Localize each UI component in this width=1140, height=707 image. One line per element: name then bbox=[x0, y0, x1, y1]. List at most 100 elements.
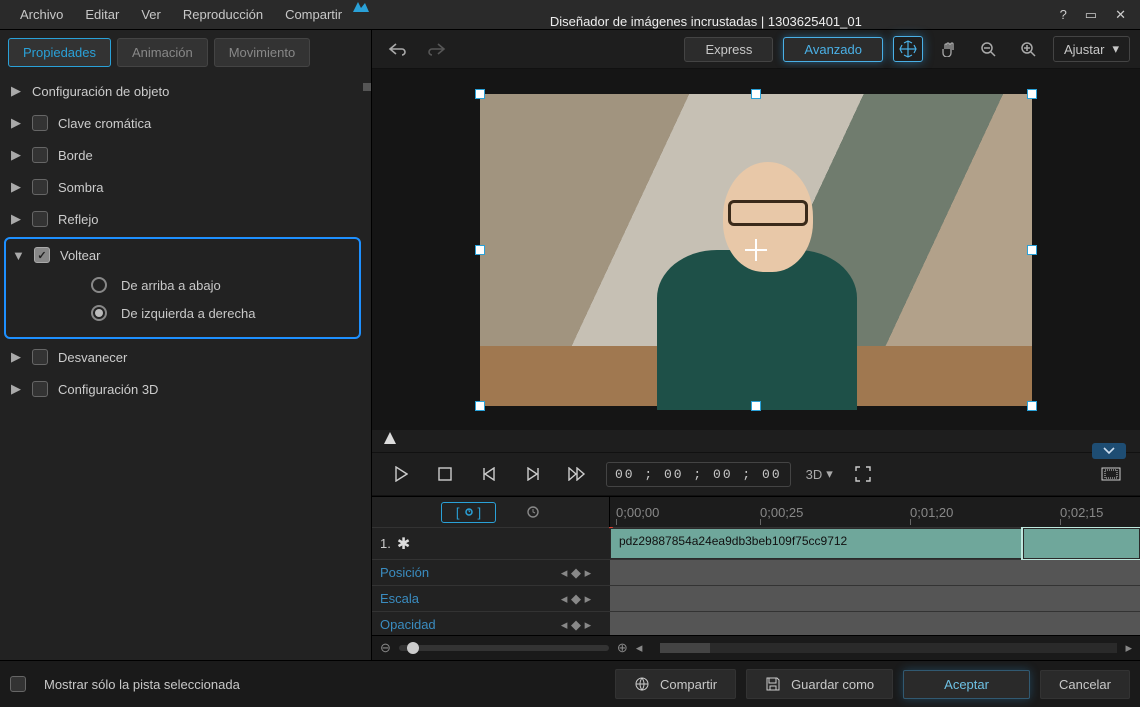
chevron-right-icon: ▶ bbox=[10, 349, 22, 365]
scroll-right-icon[interactable]: ▸ bbox=[1125, 640, 1132, 656]
checkbox-reflection[interactable] bbox=[32, 211, 48, 227]
menu-editar[interactable]: Editar bbox=[75, 3, 129, 26]
adjust-dropdown[interactable]: Ajustar ▾ bbox=[1053, 36, 1130, 62]
timeline-h-scroll[interactable] bbox=[660, 643, 1117, 653]
radio-flip-vertical[interactable] bbox=[91, 277, 107, 293]
tab-animacion[interactable]: Animación bbox=[117, 38, 208, 67]
prev-frame-icon[interactable] bbox=[474, 461, 504, 487]
checkbox-3d[interactable] bbox=[32, 381, 48, 397]
lane-scale[interactable] bbox=[610, 586, 1140, 611]
lane-position[interactable] bbox=[610, 560, 1140, 585]
stop-icon[interactable] bbox=[430, 461, 460, 487]
chevron-right-icon: ▶ bbox=[10, 115, 22, 131]
transform-tool-icon[interactable] bbox=[893, 36, 923, 62]
flip-vertical-row[interactable]: De arriba a abajo bbox=[6, 271, 359, 299]
resize-handle[interactable] bbox=[1027, 89, 1037, 99]
expand-panel-button[interactable] bbox=[1092, 443, 1126, 459]
row-position[interactable]: Posición bbox=[372, 560, 542, 585]
redo-icon[interactable] bbox=[422, 36, 452, 62]
close-icon[interactable]: ✕ bbox=[1115, 7, 1126, 23]
preview-scrub-slider[interactable] bbox=[382, 430, 1130, 452]
section-3d[interactable]: ▶ Configuración 3D bbox=[4, 373, 361, 405]
menu-archivo[interactable]: Archivo bbox=[10, 3, 73, 26]
scroll-left-icon[interactable]: ◂ bbox=[636, 640, 643, 656]
save-icon bbox=[765, 676, 781, 692]
lane-opacity[interactable] bbox=[610, 612, 1140, 635]
resize-handle[interactable] bbox=[751, 401, 761, 411]
mode-express-button[interactable]: Express bbox=[684, 37, 773, 62]
section-fade[interactable]: ▶ Desvanecer bbox=[4, 341, 361, 373]
app-logo-icon bbox=[352, 0, 370, 14]
video-clip-tail[interactable] bbox=[1023, 528, 1140, 559]
cancel-button[interactable]: Cancelar bbox=[1040, 670, 1130, 699]
section-reflection[interactable]: ▶ Reflejo bbox=[4, 203, 361, 235]
maximize-icon[interactable]: ▭ bbox=[1085, 7, 1097, 23]
section-flip-selected: ▼ Voltear De arriba a abajo De izquierda… bbox=[4, 237, 361, 339]
checkbox-chroma[interactable] bbox=[32, 115, 48, 131]
next-frame-icon[interactable] bbox=[518, 461, 548, 487]
row-opacity[interactable]: Opacidad bbox=[372, 612, 542, 635]
share-button[interactable]: Compartir bbox=[615, 669, 736, 699]
resize-handle[interactable] bbox=[1027, 401, 1037, 411]
keyframe-nav[interactable] bbox=[542, 528, 610, 559]
play-icon[interactable] bbox=[386, 461, 416, 487]
resize-handle[interactable] bbox=[1027, 245, 1037, 255]
asterisk-icon: ✱ bbox=[397, 534, 410, 554]
radio-flip-horizontal[interactable] bbox=[91, 305, 107, 321]
flip-horizontal-row[interactable]: De izquierda a derecha bbox=[6, 299, 359, 327]
resize-handle[interactable] bbox=[475, 89, 485, 99]
checkbox-fade[interactable] bbox=[32, 349, 48, 365]
tab-movimiento[interactable]: Movimiento bbox=[214, 38, 310, 67]
title-bar: Archivo Editar Ver Reproducción Comparti… bbox=[0, 0, 1140, 30]
tab-propiedades[interactable]: Propiedades bbox=[8, 38, 111, 67]
scroll-indicator[interactable] bbox=[363, 83, 371, 91]
timecode-display[interactable]: 00 ; 00 ; 00 ; 00 bbox=[606, 462, 791, 487]
menu-ver[interactable]: Ver bbox=[131, 3, 171, 26]
preview-toolbar: Express Avanzado Ajustar ▾ bbox=[372, 30, 1140, 69]
zoom-slider[interactable] bbox=[399, 645, 609, 651]
timeline-ruler[interactable]: 0;00;00 0;00;25 0;01;20 0;02;15 0;03;10 … bbox=[610, 497, 1140, 527]
mode-advanced-button[interactable]: Avanzado bbox=[783, 37, 883, 62]
section-border[interactable]: ▶ Borde bbox=[4, 139, 361, 171]
track-1-label: 1. ✱ bbox=[372, 528, 542, 559]
chevron-right-icon: ▶ bbox=[10, 381, 22, 397]
keyframe-nav-opacity[interactable]: ◂ ◆ ▸ bbox=[542, 612, 610, 635]
undo-icon[interactable] bbox=[382, 36, 412, 62]
accept-button[interactable]: Aceptar bbox=[903, 670, 1030, 699]
clock-icon[interactable] bbox=[526, 505, 540, 519]
resize-handle[interactable] bbox=[475, 401, 485, 411]
video-clip[interactable]: pdz29887854a24ea9db3beb109f75cc9712 bbox=[610, 528, 1023, 559]
save-as-button[interactable]: Guardar como bbox=[746, 669, 893, 699]
section-object-config[interactable]: ▶ Configuración de objeto bbox=[4, 75, 361, 107]
menu-compartir[interactable]: Compartir bbox=[275, 3, 352, 26]
hand-tool-icon[interactable] bbox=[933, 36, 963, 62]
section-chroma[interactable]: ▶ Clave cromática bbox=[4, 107, 361, 139]
menu-reproduccion[interactable]: Reproducción bbox=[173, 3, 273, 26]
resize-handle[interactable] bbox=[475, 245, 485, 255]
preview-canvas[interactable] bbox=[480, 94, 1032, 406]
track-1-lane[interactable]: pdz29887854a24ea9db3beb109f75cc9712 bbox=[610, 528, 1140, 559]
row-scale[interactable]: Escala bbox=[372, 586, 542, 611]
checkbox-flip[interactable] bbox=[34, 247, 50, 263]
checkbox-shadow[interactable] bbox=[32, 179, 48, 195]
safe-zone-icon[interactable] bbox=[1096, 461, 1126, 487]
checkbox-show-track-only[interactable] bbox=[10, 676, 26, 692]
keyframe-nav-scale[interactable]: ◂ ◆ ▸ bbox=[542, 586, 610, 611]
zoom-out-icon[interactable] bbox=[973, 36, 1003, 62]
chevron-down-icon: ▾ bbox=[1112, 41, 1119, 57]
keyframe-mode-badge[interactable]: [ ] bbox=[441, 502, 496, 523]
checkbox-border[interactable] bbox=[32, 147, 48, 163]
help-icon[interactable]: ? bbox=[1060, 7, 1067, 23]
zoom-in-icon[interactable] bbox=[1013, 36, 1043, 62]
section-flip[interactable]: ▼ Voltear bbox=[6, 239, 359, 271]
3d-toggle[interactable]: 3D ▾ bbox=[805, 461, 834, 487]
section-shadow[interactable]: ▶ Sombra bbox=[4, 171, 361, 203]
fast-forward-icon[interactable] bbox=[562, 461, 592, 487]
fullscreen-icon[interactable] bbox=[848, 461, 878, 487]
zoom-in-small-icon[interactable]: ⊕ bbox=[617, 640, 628, 656]
preview-canvas-area bbox=[372, 69, 1140, 430]
resize-handle[interactable] bbox=[751, 89, 761, 99]
zoom-out-small-icon[interactable]: ⊖ bbox=[380, 640, 391, 656]
properties-panel: Propiedades Animación Movimiento ▶ Confi… bbox=[0, 30, 372, 660]
keyframe-nav-position[interactable]: ◂ ◆ ▸ bbox=[542, 560, 610, 585]
